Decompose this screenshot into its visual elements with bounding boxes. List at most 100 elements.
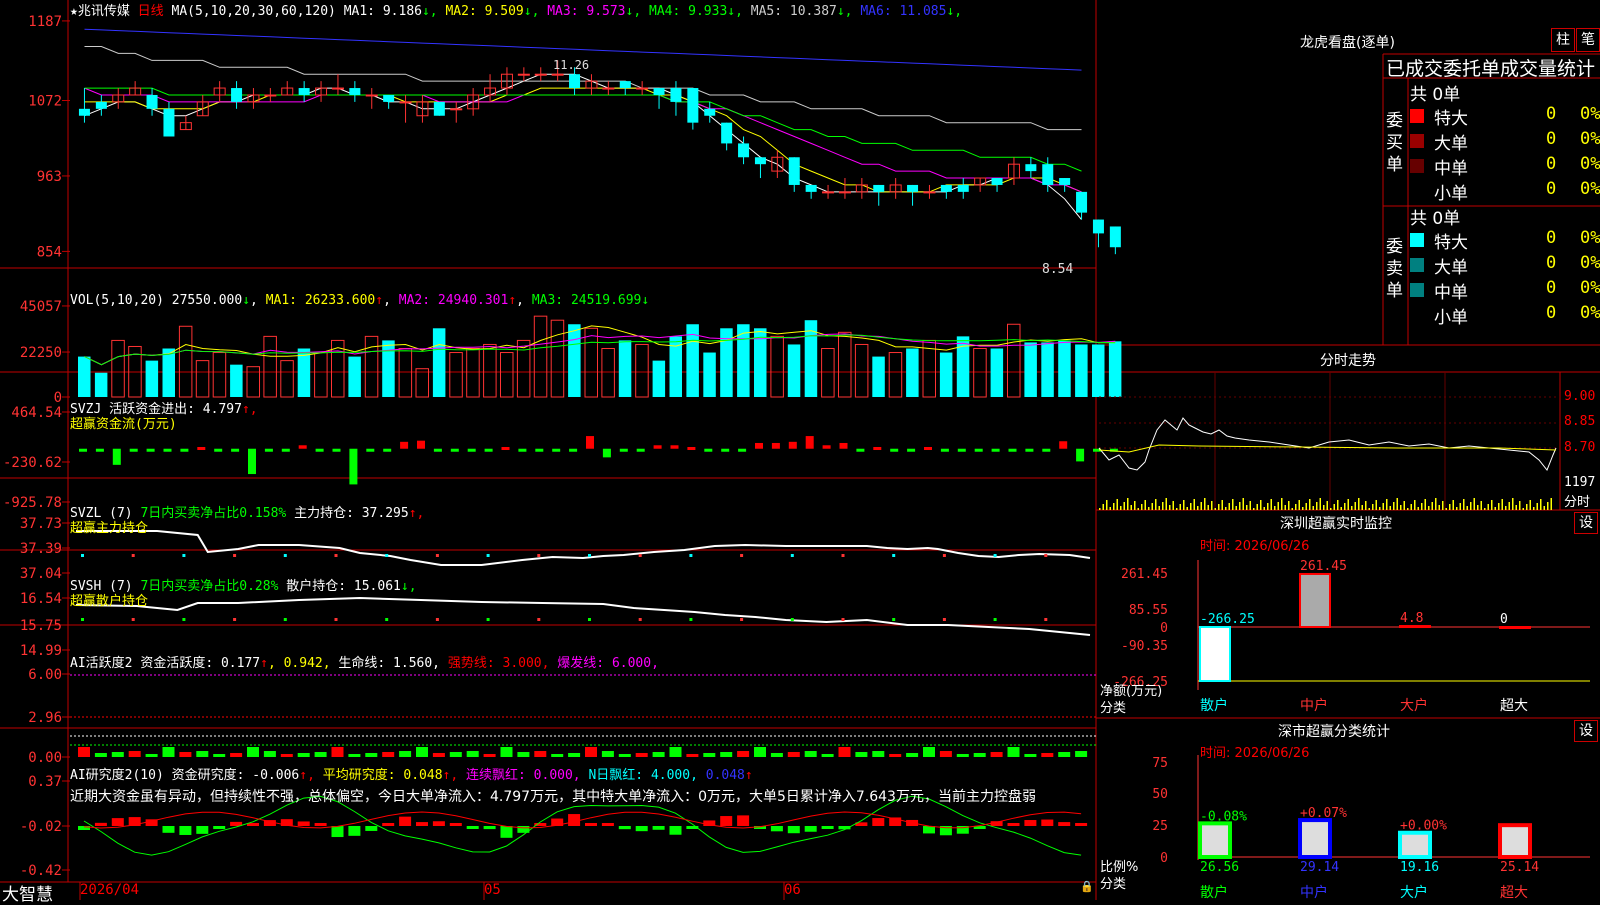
ai2-bar[interactable] — [365, 826, 378, 831]
svzj-bar[interactable] — [924, 447, 932, 451]
volume-bar-down[interactable] — [348, 356, 361, 397]
volume-bar-down[interactable] — [990, 348, 1004, 398]
sell-row[interactable]: 中单 0 0% — [1410, 278, 1600, 303]
svzj-bar[interactable] — [417, 440, 425, 449]
ai2-bar[interactable] — [1075, 823, 1088, 826]
ai2-bar[interactable] — [872, 818, 885, 826]
svzj-bar[interactable] — [907, 448, 916, 452]
svzj-bar[interactable] — [366, 448, 375, 452]
volume-bar-up[interactable] — [483, 343, 497, 398]
ai2-bar[interactable] — [314, 823, 327, 826]
volume-bar-down[interactable] — [787, 344, 801, 397]
ai1-bar[interactable] — [585, 747, 597, 757]
candle-up[interactable] — [822, 191, 835, 194]
ai1-bar[interactable] — [635, 753, 648, 757]
svzj-bar[interactable] — [433, 448, 442, 452]
candle-down[interactable] — [619, 81, 631, 89]
volume-bar-up[interactable] — [178, 325, 193, 398]
svzj-bar[interactable] — [129, 448, 138, 452]
svzj-bar[interactable] — [450, 448, 459, 452]
ai1-bar[interactable] — [483, 754, 496, 757]
ai1-bar[interactable] — [720, 752, 733, 757]
ai1-bar[interactable] — [973, 753, 986, 757]
svzj-bar[interactable] — [467, 448, 476, 452]
ai1-bar[interactable] — [500, 747, 513, 757]
svzj-bar[interactable] — [822, 445, 831, 449]
candle-up[interactable] — [331, 87, 344, 90]
ai1-bar[interactable] — [939, 751, 952, 757]
stat-bar[interactable] — [1498, 823, 1532, 860]
volume-bar-up[interactable] — [314, 352, 328, 398]
stat-bar[interactable] — [1298, 818, 1332, 860]
volume-bar-down[interactable] — [906, 348, 919, 398]
buy-row[interactable]: 中单 0 0% — [1410, 154, 1600, 179]
ai1-bar[interactable] — [906, 753, 919, 757]
svzj-bar[interactable] — [755, 442, 763, 449]
ai2-bar[interactable] — [1024, 820, 1037, 826]
volume-bar-up[interactable] — [770, 335, 784, 398]
ai1-bar[interactable] — [213, 754, 226, 757]
ai2-bar[interactable] — [585, 823, 597, 826]
volume-bar-up[interactable] — [533, 315, 548, 398]
ai1-bar[interactable] — [754, 747, 766, 757]
candle-down[interactable] — [687, 88, 699, 123]
svzj-bar[interactable] — [636, 448, 645, 452]
candle-down[interactable] — [569, 74, 581, 89]
ai2-bar[interactable] — [770, 826, 783, 832]
svzj-bar[interactable] — [873, 447, 882, 451]
candle-up[interactable] — [534, 73, 547, 76]
volume-bar-up[interactable] — [821, 348, 835, 398]
candle-down[interactable] — [146, 94, 158, 109]
ai1-bar[interactable] — [770, 753, 783, 757]
volume-bar-down[interactable] — [1058, 340, 1071, 397]
volume-bar-down[interactable] — [568, 324, 581, 397]
ai2-bar[interactable] — [652, 826, 665, 830]
ai1-bar[interactable] — [872, 751, 885, 757]
svzj-bar[interactable] — [315, 448, 324, 452]
stat-settings-button[interactable]: 设 — [1574, 720, 1598, 742]
ai1-bar[interactable] — [821, 754, 834, 757]
candle-down[interactable] — [907, 184, 919, 192]
ai2-bar[interactable] — [1007, 823, 1020, 826]
svzj-bar[interactable] — [856, 448, 865, 452]
tab-stats[interactable]: 统计 — [1557, 58, 1595, 80]
svzj-bar[interactable] — [79, 448, 87, 452]
ai1-bar[interactable] — [449, 752, 462, 757]
ai2-bar[interactable] — [1041, 819, 1054, 826]
ai1-bar[interactable] — [230, 753, 243, 757]
ai2-bar[interactable] — [618, 826, 631, 830]
sell-row[interactable]: 小单 0 0% — [1410, 303, 1600, 328]
volume-bar-down[interactable] — [939, 352, 953, 397]
tab-volume[interactable]: 成交量 — [1500, 58, 1557, 80]
svzj-bar[interactable] — [197, 447, 206, 451]
candle-down[interactable] — [721, 122, 733, 144]
ai1-bar[interactable] — [263, 751, 276, 757]
volume-bar-down[interactable] — [1108, 341, 1122, 397]
volume-bar-down[interactable] — [94, 372, 108, 397]
svzj-bar[interactable] — [839, 442, 848, 449]
svzj-bar[interactable] — [484, 448, 493, 452]
volume-bar-down[interactable] — [432, 328, 446, 397]
candle-down[interactable] — [1109, 226, 1121, 248]
svzj-bar[interactable] — [704, 448, 713, 452]
monitor-bar[interactable] — [1499, 626, 1531, 629]
volume-bar-up[interactable] — [263, 335, 277, 398]
volume-bar-up[interactable] — [838, 331, 852, 398]
candle-down[interactable] — [1042, 164, 1054, 185]
svzj-bar[interactable] — [163, 448, 172, 452]
volume-bar-up[interactable] — [500, 352, 514, 398]
ai2-bar[interactable] — [483, 826, 496, 830]
volume-bar-down[interactable] — [162, 348, 176, 398]
svzj-bar[interactable] — [771, 442, 780, 449]
svzj-bar[interactable] — [1025, 448, 1034, 452]
ai2-bar[interactable] — [348, 826, 361, 836]
ai2-bar[interactable] — [449, 823, 462, 826]
volume-bar-up[interactable] — [973, 348, 987, 398]
ai1-bar[interactable] — [128, 751, 141, 757]
svzj-bar[interactable] — [1008, 448, 1017, 452]
ai2-bar[interactable] — [568, 814, 581, 826]
volume-bar-up[interactable] — [280, 360, 294, 398]
svzj-bar[interactable] — [619, 448, 628, 452]
candle-down[interactable] — [1092, 219, 1104, 234]
candle-down[interactable] — [653, 88, 665, 95]
